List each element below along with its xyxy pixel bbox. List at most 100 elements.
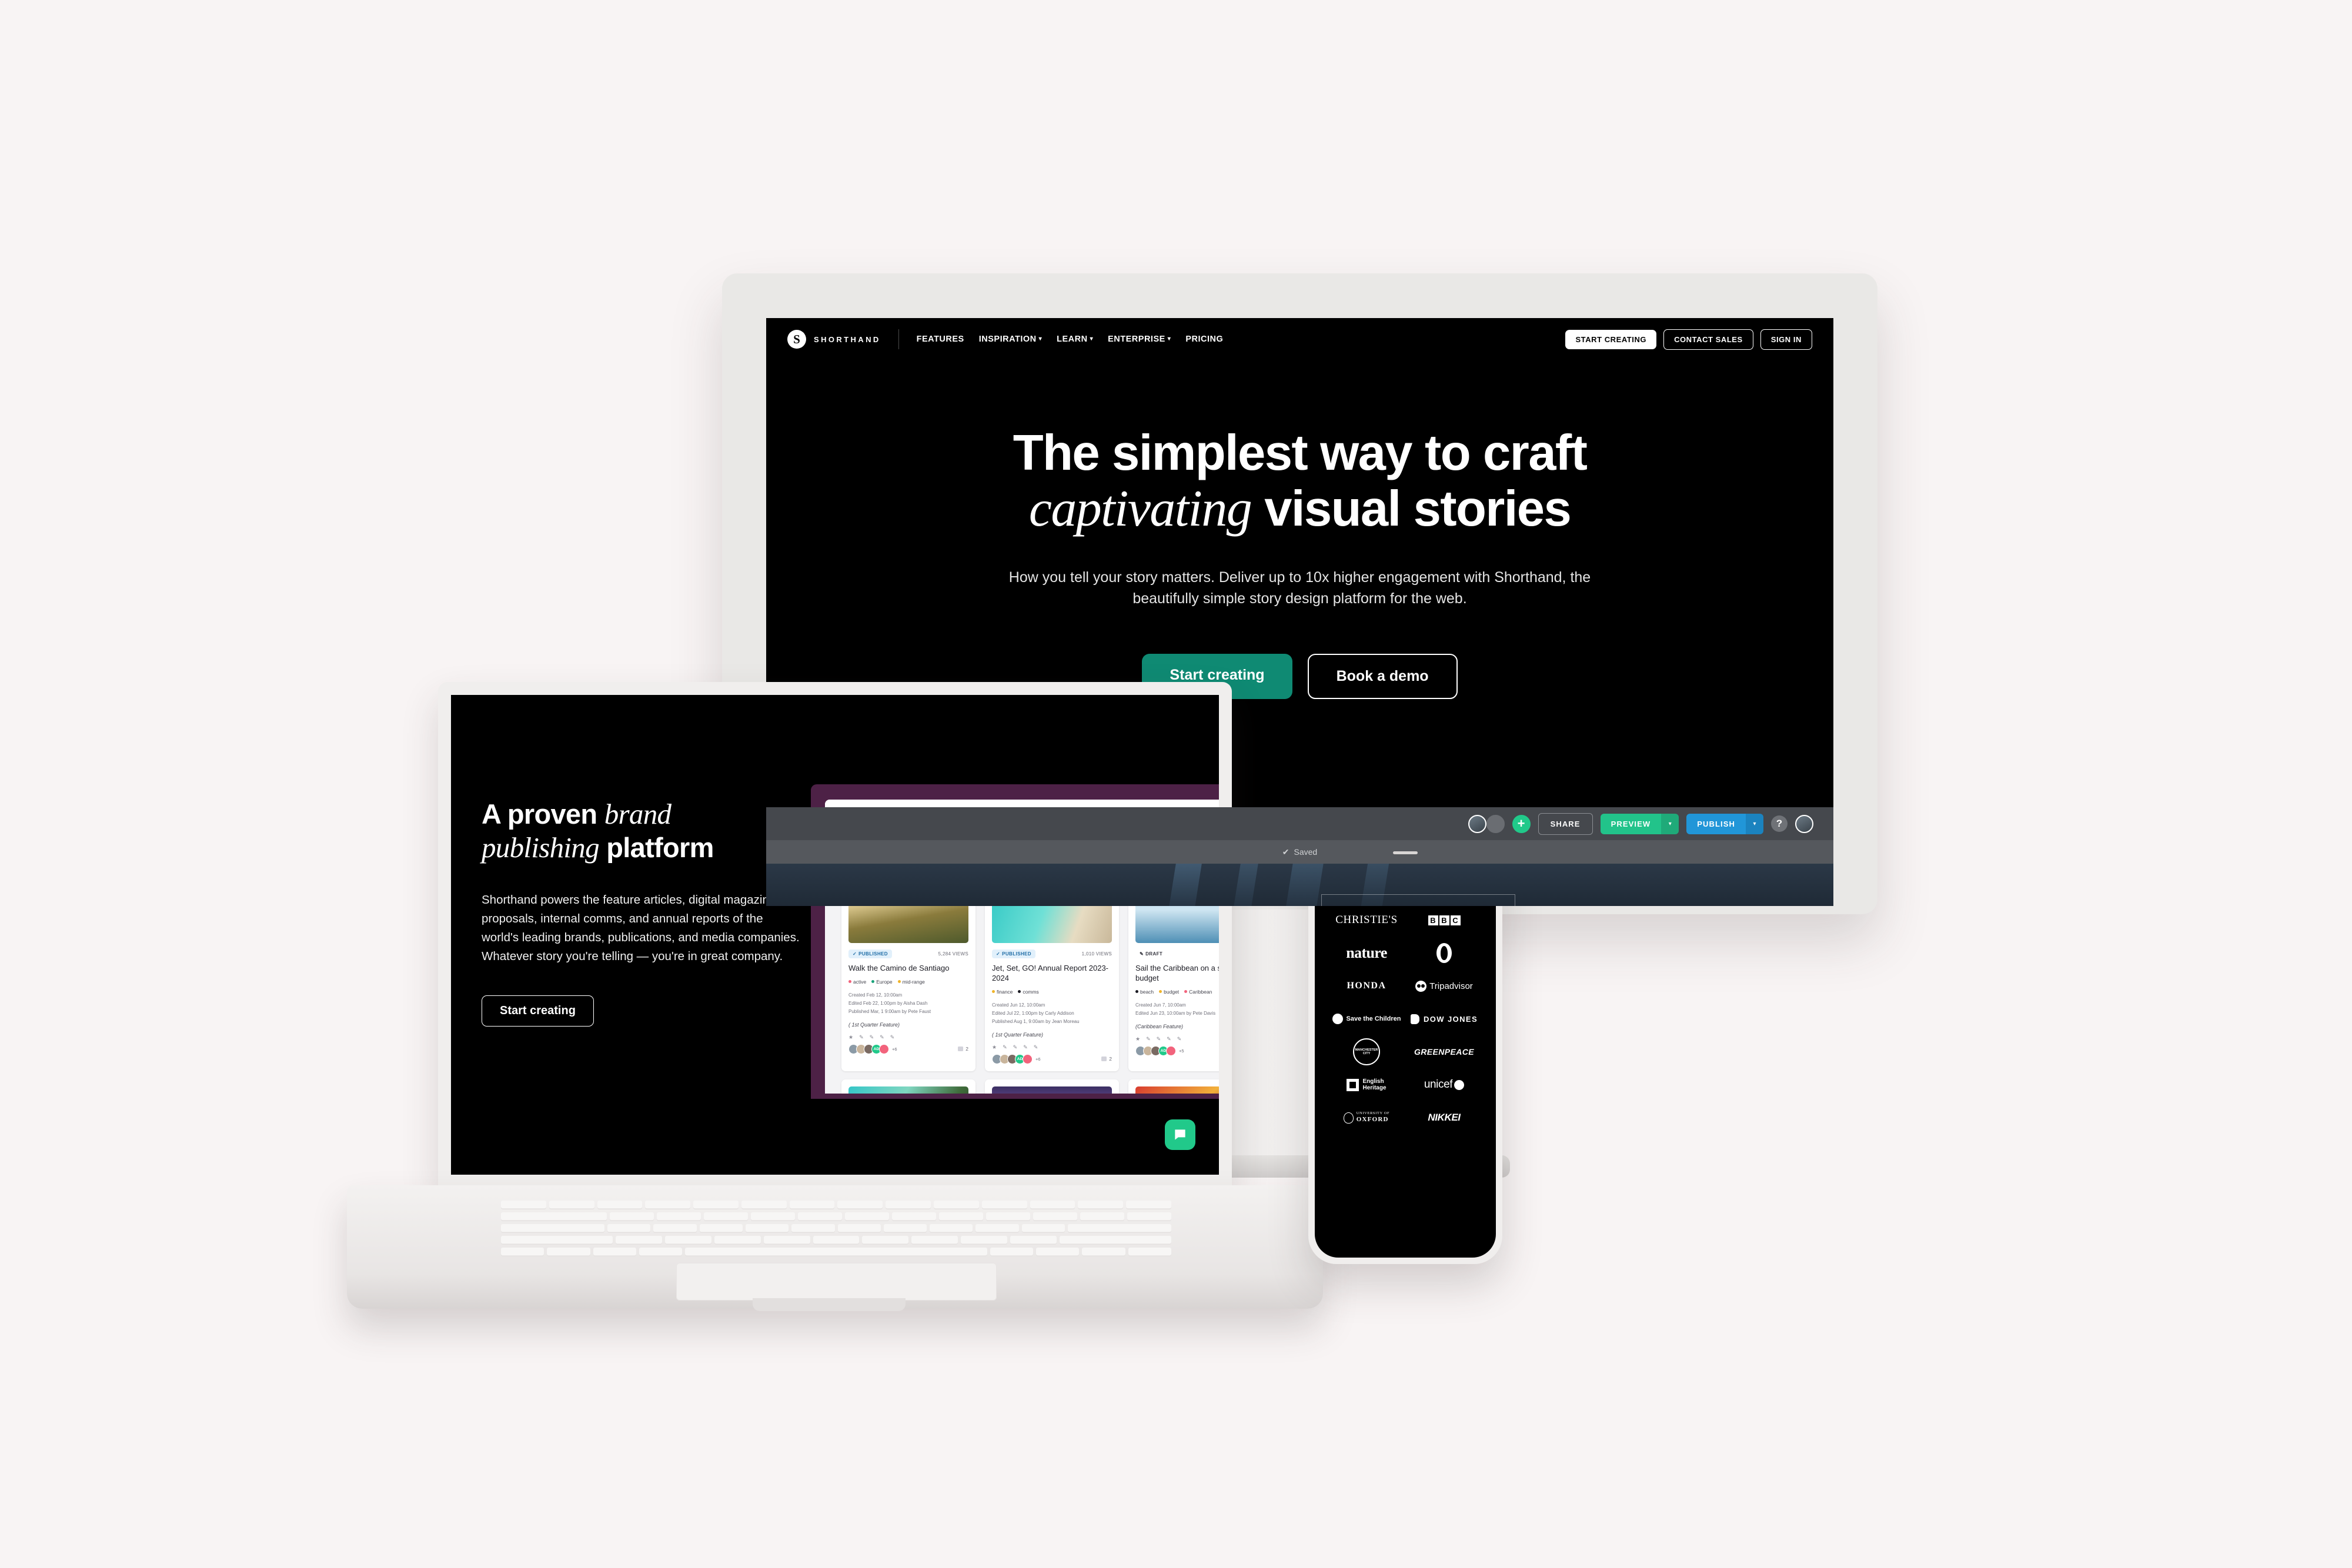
nav-link-pricing[interactable]: PRICING: [1185, 335, 1223, 344]
chat-widget-button[interactable]: [1165, 1119, 1195, 1150]
owl-icon: [1415, 980, 1427, 992]
chevron-down-icon: ▾: [1038, 336, 1043, 342]
story-thumbnail: [848, 1086, 968, 1094]
story-card[interactable]: [985, 1079, 1119, 1094]
phone-speaker: [1393, 851, 1418, 854]
eh-mark-icon: [1347, 1078, 1359, 1091]
meta-created: Created Jun 12, 10:00am: [992, 1002, 1045, 1008]
tag-list: beach budget Caribbean: [1135, 989, 1219, 995]
logo-penguin: [1405, 938, 1483, 968]
tag: comms: [1018, 989, 1039, 995]
comment-count: 2: [958, 1046, 968, 1052]
headline-line-1: The simplest way to craft: [1013, 425, 1588, 481]
add-collaborator-button[interactable]: +: [1512, 814, 1531, 833]
share-button[interactable]: SHARE: [1538, 813, 1593, 835]
laptop-keyboard[interactable]: [501, 1201, 1172, 1256]
check-icon: ✓: [996, 951, 1001, 957]
keyboard-row: [501, 1212, 1171, 1221]
story-title: Jet, Set, GO! Annual Report 2023-2024: [992, 964, 1109, 982]
nav-link-enterprise[interactable]: ENTERPRISE ▾: [1108, 335, 1171, 344]
sign-in-button[interactable]: SIGN IN: [1760, 329, 1812, 350]
stories-card-grid-row2: [825, 1079, 1219, 1094]
view-count: 5,284 VIEWS: [938, 951, 968, 957]
story-card[interactable]: [841, 1079, 975, 1094]
headline-italic-brand: brand: [604, 798, 671, 830]
desktop-monitor: S SHORTHAND FEATURES INSPIRATION ▾ LEARN…: [722, 273, 1877, 1178]
story-meta: Created Jun 12, 10:00am Edited Jul 22, 1…: [992, 1001, 1112, 1026]
editor-toolbar: + SHARE PREVIEW ▾ PUBLISH ▾ ?: [766, 807, 1833, 840]
comment-icon: [1101, 1057, 1107, 1062]
meta-published: Published Mar, 1 9:00am by Pete Faust: [848, 1008, 931, 1014]
tag-list: active Europe mid-range: [848, 979, 968, 985]
collaborators: AD +6 2: [992, 1054, 1112, 1064]
status-badge: ✓ PUBLISHED: [848, 950, 892, 958]
story-card[interactable]: [1128, 1079, 1219, 1094]
logo-nikkei: NIKKEI: [1428, 1112, 1461, 1123]
logo-save-the-children: Save the Children: [1328, 1004, 1405, 1034]
meta-created: Created Jun 7, 10:00am: [1135, 1002, 1186, 1008]
meta-edited: Edited Jul 22, 1:00pm by Carly Addison: [992, 1010, 1074, 1016]
pencil-icon: ✎: [1140, 951, 1144, 957]
nav-link-inspiration[interactable]: INSPIRATION ▾: [979, 335, 1042, 344]
bbc-letter: C: [1450, 915, 1461, 925]
laptop-trackpad[interactable]: [676, 1263, 997, 1300]
preview-button[interactable]: PREVIEW ▾: [1600, 813, 1679, 834]
logo-english-heritage: English Heritage: [1328, 1069, 1405, 1100]
chevron-down-icon[interactable]: ▾: [1661, 813, 1679, 834]
logo-bbc: B B C: [1405, 905, 1483, 935]
start-creating-button[interactable]: START CREATING: [1565, 329, 1657, 349]
comment-icon: [958, 1047, 964, 1052]
nav-link-features[interactable]: FEATURES: [917, 335, 964, 344]
avatar: [1486, 814, 1505, 833]
hero-subheadline: How you tell your story matters. Deliver…: [1008, 569, 1591, 607]
nav-link-learn[interactable]: LEARN ▾: [1057, 335, 1093, 344]
laptop-base: [347, 1185, 1323, 1309]
status-row: ✓ PUBLISHED 1,010 VIEWS: [992, 950, 1112, 958]
story-title: Walk the Camino de Santiago: [848, 964, 950, 972]
chat-bubble-icon: [1175, 1129, 1185, 1140]
status-badge: ✓ PUBLISHED: [992, 950, 1035, 958]
collaborators: AD +5 2: [1135, 1045, 1219, 1056]
avatar: [1166, 1045, 1176, 1056]
chevron-down-icon: ▾: [1167, 336, 1171, 342]
dj-mark-icon: [1410, 1014, 1419, 1024]
publish-button[interactable]: PUBLISH ▾: [1686, 813, 1763, 834]
publish-label: PUBLISH: [1686, 813, 1746, 834]
check-icon: ✔: [1282, 847, 1289, 857]
headline-part-b: platform: [599, 831, 714, 863]
user-avatar[interactable]: [1795, 814, 1813, 833]
nav-label: ENTERPRISE: [1108, 335, 1165, 344]
extra-avatar-count: +6: [1035, 1056, 1041, 1062]
logo-greenpeace: GREENPEACE: [1414, 1047, 1475, 1057]
laptop-device: A proven brand publishing platform Short…: [347, 682, 1323, 1352]
nav-links: FEATURES INSPIRATION ▾ LEARN ▾ ENTERPRIS…: [917, 335, 1224, 344]
collaborators: AD +6 2: [848, 1044, 968, 1054]
contact-sales-button[interactable]: CONTACT SALES: [1663, 329, 1753, 350]
shorthand-logo-icon: S: [787, 330, 806, 349]
meta-published: Published Aug 1, 9:00am by Jean Moreau: [992, 1018, 1080, 1024]
hero-headline: The simplest way to craft captivating vi…: [1013, 425, 1588, 537]
rating-row: ★ ✎ ✎ ✎ ✎: [1135, 1035, 1182, 1042]
tag: Caribbean: [1184, 989, 1212, 995]
brand-logo[interactable]: S SHORTHAND: [787, 330, 881, 349]
hero-book-demo-button[interactable]: Book a demo: [1307, 654, 1458, 700]
help-icon[interactable]: ?: [1771, 815, 1788, 832]
laptop-screen: A proven brand publishing platform Short…: [451, 695, 1219, 1175]
story-thumbnail: [1135, 1086, 1219, 1094]
chevron-down-icon[interactable]: ▾: [1746, 813, 1763, 834]
tag: mid-range: [897, 979, 925, 985]
laptop-start-creating-button[interactable]: Start creating: [482, 995, 594, 1027]
preview-label: PREVIEW: [1600, 813, 1662, 834]
laptop-headline: A proven brand publishing platform: [482, 798, 802, 865]
site-navbar: S SHORTHAND FEATURES INSPIRATION ▾ LEARN…: [766, 318, 1833, 360]
status-row: ✓ PUBLISHED 5,284 VIEWS: [848, 950, 968, 958]
laptop-lid-notch: [753, 1298, 906, 1311]
headline-italic: captivating: [1028, 480, 1252, 537]
comment-count: 2: [1101, 1056, 1112, 1062]
rating-row: ★ ✎ ✎ ✎ ✎: [848, 1034, 895, 1040]
save-status: ✔ Saved: [766, 840, 1833, 864]
tag: beach: [1135, 989, 1154, 995]
logo-unicef: unicef: [1405, 1069, 1483, 1100]
canvas-text-frame: [1321, 894, 1515, 906]
logo-nature: nature: [1346, 944, 1387, 961]
